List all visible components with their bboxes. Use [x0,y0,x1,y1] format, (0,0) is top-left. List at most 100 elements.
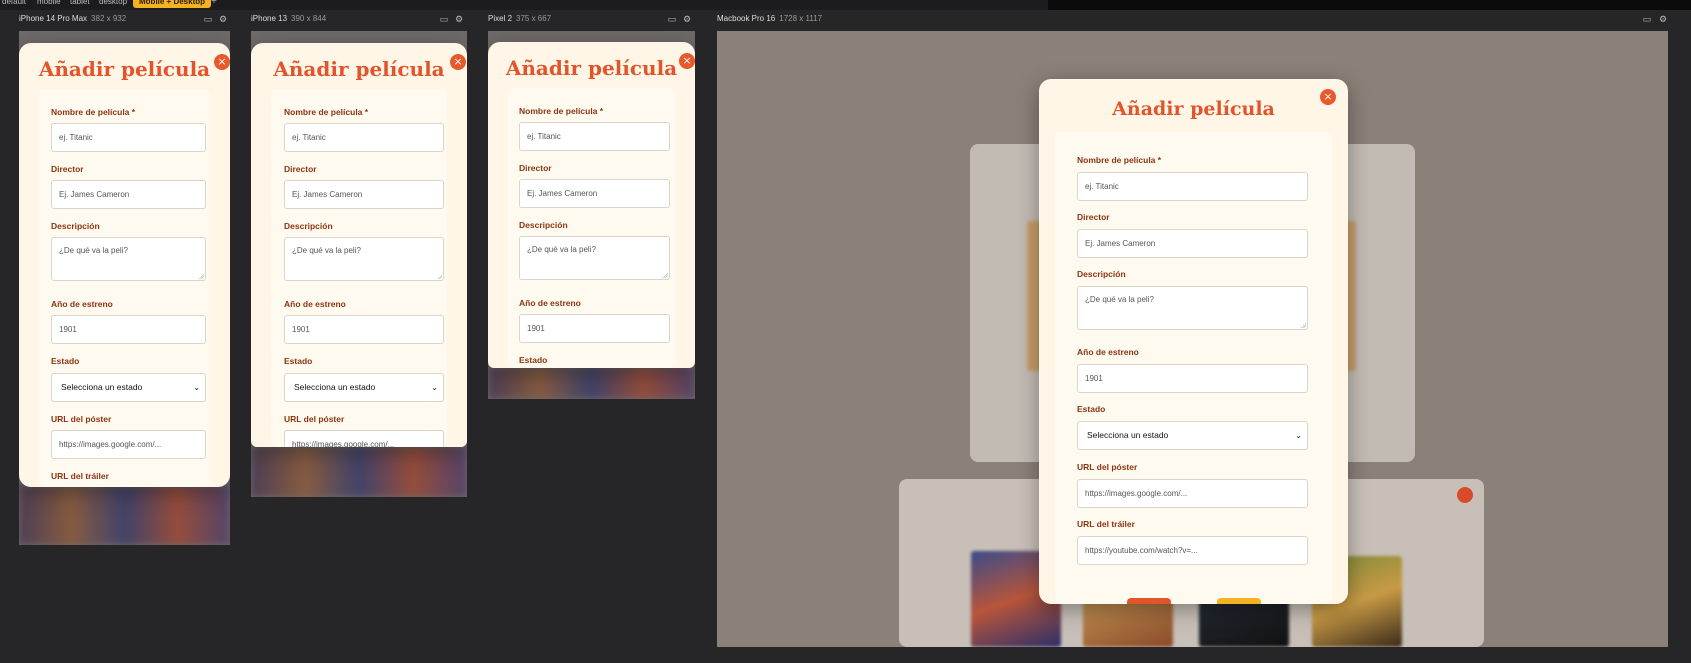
resize-handle[interactable] [437,274,442,279]
device-screen-iphone13: Añadir película × Nombre de película * e… [251,31,467,497]
gear-icon[interactable]: ⚙ [680,12,694,26]
chevron-down-icon: ⌄ [431,383,438,392]
device-dims: 1728 x 1117 [779,14,823,23]
year-label: Año de estreno [519,298,581,308]
device-name: iPhone 14 Pro Max [19,14,88,23]
director-label: Director [284,164,317,174]
window-icon[interactable]: ▭ [665,12,679,26]
name-label: Nombre de película * [1077,155,1162,165]
add-movie-modal: Añadir película × Nombre de película * e… [1039,79,1348,604]
description-textarea[interactable]: ¿De qué va la peli? [519,236,670,280]
description-placeholder: ¿De qué va la peli? [59,246,128,255]
device-screen-pixel2: Añadir película × Nombre de película * e… [488,31,695,399]
close-icon[interactable]: × [214,54,230,70]
close-icon[interactable]: × [679,53,695,69]
blurred-background [251,447,467,497]
chevron-down-icon: ⌄ [193,383,200,392]
resize-handle[interactable] [1301,323,1306,328]
status-select[interactable]: Selecciona un estado ⌄ [51,373,206,402]
poster-label: URL del póster [284,414,345,424]
form-panel: Nombre de película * ej. Titanic Directo… [39,89,210,487]
window-icon[interactable]: ▭ [437,12,451,26]
movie-name-input[interactable]: ej. Titanic [284,123,444,152]
form-panel: Nombre de película * ej. Titanic Directo… [1055,132,1332,604]
top-tab-bar: default mobile tablet desktop Mobile + D… [0,0,1691,10]
director-label: Director [519,163,552,173]
add-tab-icon[interactable]: + [211,0,217,8]
tab-tablet[interactable]: tablet [70,0,90,8]
status-select[interactable]: Selecciona un estado ⌄ [284,373,444,402]
name-label: Nombre de película * [51,107,136,117]
release-year-input[interactable]: 1901 [51,315,206,344]
resize-handle[interactable] [663,273,668,278]
poster-url-input[interactable]: https://images.google.com/... [1077,479,1308,508]
director-input[interactable]: Ej. James Cameron [284,180,444,209]
description-textarea[interactable]: ¿De qué va la peli? [284,237,444,281]
close-icon[interactable]: × [1320,89,1336,105]
poster-label: URL del póster [1077,462,1138,472]
window-icon[interactable]: ▭ [1640,12,1654,26]
release-year-input[interactable]: 1901 [1077,364,1308,393]
modal-title: Añadir película [1112,98,1275,120]
top-bar-dark-strip [1048,0,1691,10]
trailer-label: URL del tráiler [1077,519,1135,529]
form-panel: Nombre de película * ej. Titanic Directo… [271,89,447,447]
year-label: Año de estreno [284,299,346,309]
modal-title: Añadir película [38,57,211,81]
gear-icon[interactable]: ⚙ [452,12,466,26]
status-label: Estado [1077,404,1106,414]
gear-icon[interactable]: ⚙ [216,12,230,26]
tab-mobile[interactable]: mobile [37,0,61,8]
description-placeholder: ¿De qué va la peli? [1085,295,1154,304]
device-screen-iphone14: Añadir película × Nombre de película * e… [19,31,230,545]
year-label: Año de estreno [1077,347,1139,357]
status-select-value: Selecciona un estado [1087,430,1169,440]
status-select-value: Selecciona un estado [294,382,376,392]
device-header-pixel2: Pixel 2 375 x 667 [488,12,551,26]
close-icon[interactable]: × [450,54,466,70]
gear-icon[interactable]: ⚙ [1656,12,1670,26]
blurred-background [488,368,695,399]
device-dims: 382 x 932 [91,14,127,23]
description-label: Descripción [1077,269,1126,279]
tab-default[interactable]: default [2,0,26,8]
device-dims: 390 x 844 [291,14,327,23]
tab-desktop[interactable]: desktop [99,0,127,8]
director-label: Director [51,164,84,174]
window-icon[interactable]: ▭ [201,12,215,26]
movie-name-input[interactable]: ej. Titanic [1077,172,1308,201]
save-button[interactable] [1217,598,1261,604]
trailer-label: URL del tráiler [51,471,109,481]
chevron-down-icon: ⌄ [1295,431,1302,440]
poster-label: URL del póster [51,414,112,424]
release-year-input[interactable]: 1901 [284,315,444,344]
description-label: Descripción [51,221,100,231]
year-label: Año de estreno [51,299,113,309]
movie-name-input[interactable]: ej. Titanic [519,122,670,151]
poster-url-input[interactable]: https://images.google.com/... [284,430,444,447]
trailer-url-input[interactable]: https://youtube.com/watch?v=... [1077,536,1308,565]
description-placeholder: ¿De qué va la peli? [527,245,596,254]
background-close-icon [1457,487,1473,503]
add-movie-modal: Añadir película × Nombre de película * e… [251,43,467,447]
device-name: Macbook Pro 16 [717,14,776,23]
description-placeholder: ¿De qué va la peli? [292,246,361,255]
status-label: Estado [284,356,313,366]
release-year-input[interactable]: 1901 [519,314,670,343]
add-movie-modal: Añadir película × Nombre de película * e… [488,42,695,368]
resize-handle[interactable] [199,274,204,279]
device-name: Pixel 2 [488,14,513,23]
director-input[interactable]: Ej. James Cameron [519,179,670,208]
movie-name-input[interactable]: ej. Titanic [51,123,206,152]
director-input[interactable]: Ej. James Cameron [1077,229,1308,258]
modal-title: Añadir película [505,56,678,80]
description-textarea[interactable]: ¿De qué va la peli? [51,237,206,281]
tab-mobile-desktop[interactable]: Mobile + Desktop [133,0,212,8]
add-movie-modal: Añadir película × Nombre de película * e… [19,43,230,487]
cancel-button[interactable] [1127,598,1171,604]
director-input[interactable]: Ej. James Cameron [51,180,206,209]
status-select[interactable]: Selecciona un estado ⌄ [1077,421,1308,450]
description-textarea[interactable]: ¿De qué va la peli? [1077,286,1308,330]
status-label: Estado [51,356,80,366]
poster-url-input[interactable]: https://images.google.com/... [51,430,206,459]
